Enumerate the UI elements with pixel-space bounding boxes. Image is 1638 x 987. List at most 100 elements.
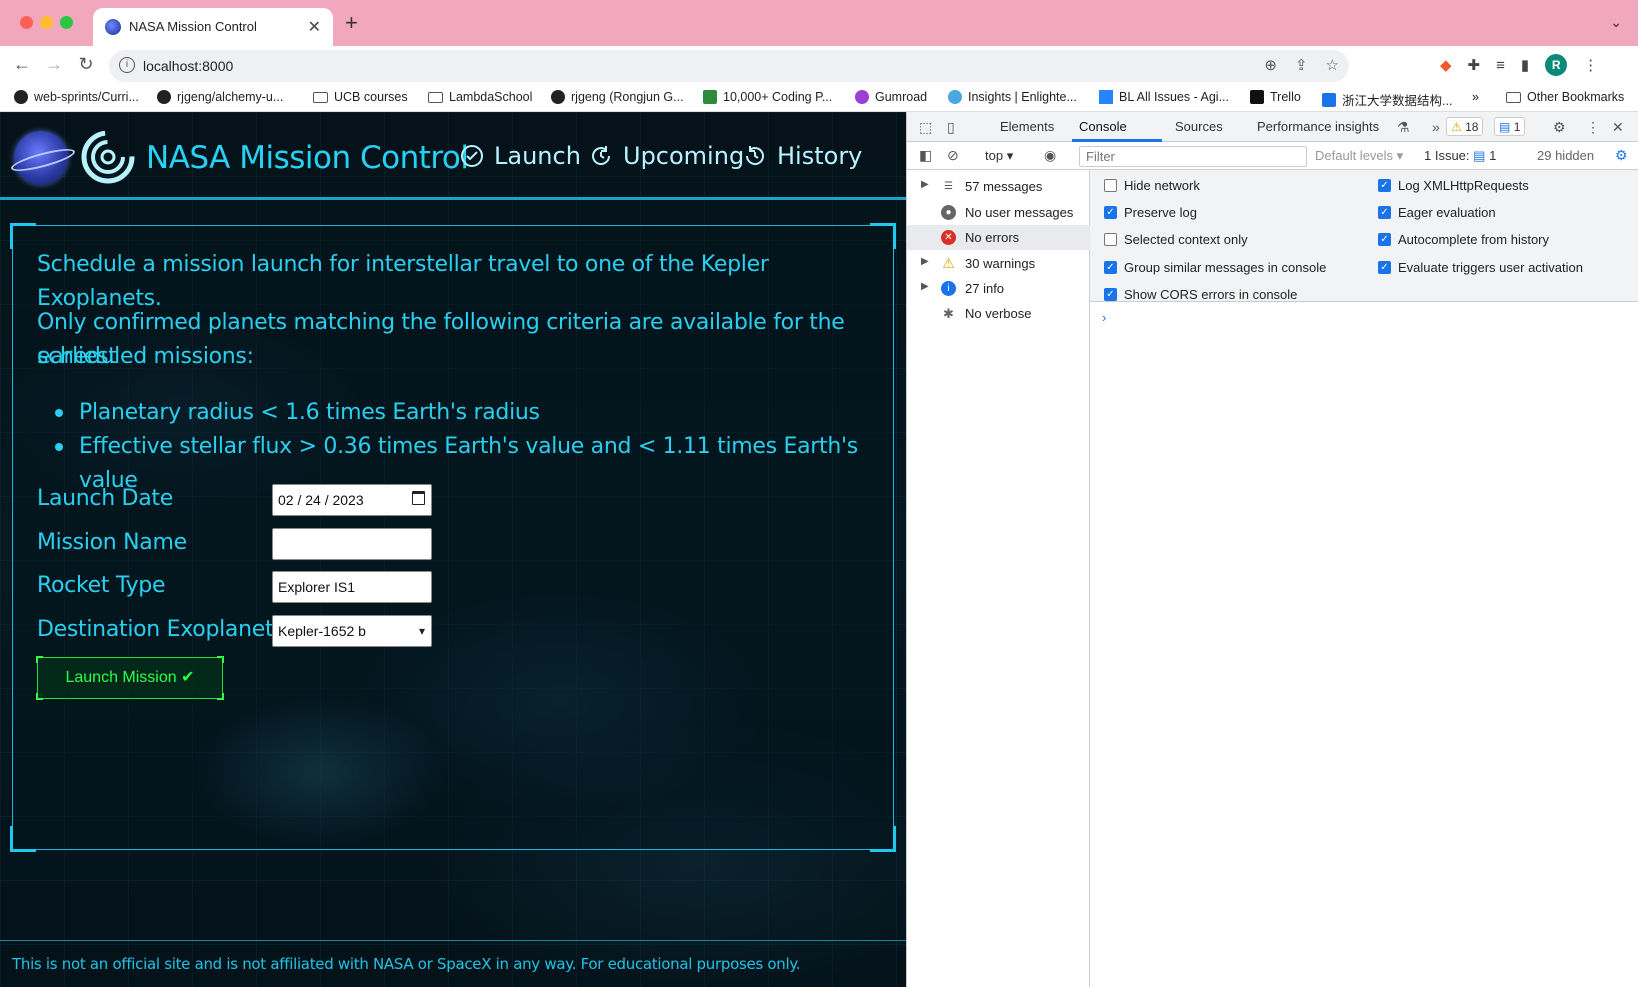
sidebar-item-info[interactable]: ▶ i 27 info xyxy=(907,276,1090,301)
live-expression-eye-icon[interactable]: ◉ xyxy=(1044,147,1056,164)
more-options-icon[interactable]: ⋮ xyxy=(1586,119,1600,136)
bookmark-item[interactable]: rjgeng/alchemy-u... xyxy=(157,90,283,104)
context-selector[interactable]: top ▾ xyxy=(985,148,1013,164)
reading-list-icon[interactable]: ≡ xyxy=(1496,57,1505,74)
sidebar-toggle-icon[interactable]: ◧ xyxy=(919,147,932,164)
nav-launch-label: Launch xyxy=(494,142,581,170)
checkbox[interactable] xyxy=(1104,179,1117,192)
messages-badge[interactable]: ▤ 1 xyxy=(1494,117,1526,136)
bookmark-folder[interactable]: UCB courses xyxy=(313,90,408,104)
close-tab-icon[interactable]: ✕ xyxy=(308,17,321,37)
bookmark-item[interactable]: Gumroad xyxy=(855,90,927,104)
console-settings-gear-icon[interactable]: ⚙ xyxy=(1615,147,1628,164)
history-icon xyxy=(745,146,764,165)
tab-search-chevron-icon[interactable]: ⌄ xyxy=(1610,14,1622,31)
browser-tab[interactable]: NASA Mission Control ✕ xyxy=(93,8,333,46)
console-filter-input[interactable]: Filter xyxy=(1079,146,1307,167)
option-hide-network[interactable]: Hide network xyxy=(1104,178,1200,193)
minimize-window-button[interactable] xyxy=(40,16,53,29)
tab-performance-insights[interactable]: Performance insights xyxy=(1257,119,1379,134)
profile-avatar[interactable]: R xyxy=(1545,54,1568,76)
bookmark-folder[interactable]: LambdaSchool xyxy=(428,90,532,104)
launch-date-input[interactable]: 02 / 24 / 2023 xyxy=(272,484,432,516)
option-evaluate-triggers[interactable]: ✓ Evaluate triggers user activation xyxy=(1378,260,1583,275)
calendar-icon[interactable] xyxy=(412,491,425,505)
url-text[interactable]: localhost:8000 xyxy=(143,58,233,74)
bookmark-item[interactable]: BL All Issues - Agi... xyxy=(1099,90,1229,104)
bookmark-item[interactable]: 10,000+ Coding P... xyxy=(703,90,832,104)
sidebar-item-messages[interactable]: ▶ ☰ 57 messages xyxy=(907,174,1090,199)
bookmark-item[interactable]: rjgeng (Rongjun G... xyxy=(551,90,684,104)
clear-console-icon[interactable]: ⊘ xyxy=(947,147,959,164)
expand-arrow-icon[interactable]: ▶ xyxy=(921,179,929,190)
maximize-window-button[interactable] xyxy=(60,16,73,29)
address-bar[interactable]: i localhost:8000 ⊕ ⇪ ☆ xyxy=(109,50,1349,82)
jira-icon xyxy=(1099,90,1113,104)
messages-count: 1 xyxy=(1513,120,1521,134)
zoom-icon[interactable]: ⊕ xyxy=(1264,56,1277,74)
more-tabs-chevron-icon[interactable]: » xyxy=(1432,119,1440,135)
close-window-button[interactable] xyxy=(20,16,33,29)
option-preserve-log[interactable]: ✓ Preserve log xyxy=(1104,205,1197,220)
expand-arrow-icon[interactable]: ▶ xyxy=(921,281,929,292)
reload-icon[interactable]: ↻ xyxy=(74,54,98,75)
device-toolbar-icon[interactable]: ▯ xyxy=(947,119,955,136)
option-label: Hide network xyxy=(1124,178,1200,193)
sidebar-item-warnings[interactable]: ▶ ⚠ 30 warnings xyxy=(907,251,1090,276)
bookmark-item[interactable]: web-sprints/Curri... xyxy=(14,90,139,104)
warnings-count: 18 xyxy=(1465,120,1479,134)
option-autocomplete-history[interactable]: ✓ Autocomplete from history xyxy=(1378,232,1549,247)
new-tab-button[interactable]: + xyxy=(345,12,358,34)
forward-arrow-icon[interactable]: → xyxy=(42,54,66,75)
bookmark-item[interactable]: 浙江大学数据结构... xyxy=(1322,90,1452,109)
site-info-icon[interactable]: i xyxy=(119,57,135,73)
checkbox[interactable] xyxy=(1104,233,1117,246)
checkbox[interactable]: ✓ xyxy=(1378,233,1391,246)
console-prompt-chevron-icon[interactable]: › xyxy=(1102,310,1106,325)
option-eager-evaluation[interactable]: ✓ Eager evaluation xyxy=(1378,205,1496,220)
checkbox[interactable]: ✓ xyxy=(1104,206,1117,219)
rocket-type-input[interactable]: Explorer IS1 xyxy=(272,571,432,603)
nav-launch[interactable]: Launch xyxy=(460,142,581,170)
message-icon: ▤ xyxy=(1499,120,1511,134)
nav-history[interactable]: History xyxy=(743,142,862,170)
bookmark-folder[interactable]: Other Bookmarks xyxy=(1506,90,1624,104)
sidebar-item-errors[interactable]: ✕ No errors xyxy=(907,225,1090,250)
settings-gear-icon[interactable]: ⚙ xyxy=(1553,119,1566,136)
nav-upcoming[interactable]: Upcoming xyxy=(589,142,744,170)
checkbox[interactable]: ✓ xyxy=(1378,206,1391,219)
sidebar-item-verbose[interactable]: ✱ No verbose xyxy=(907,301,1090,326)
launch-mission-button[interactable]: Launch Mission ✔ xyxy=(36,656,224,700)
option-label: Preserve log xyxy=(1124,205,1197,220)
extension-icon[interactable]: ◆ xyxy=(1440,56,1452,74)
checkbox[interactable]: ✓ xyxy=(1378,261,1391,274)
destination-select[interactable]: Kepler-1652 b ▾ xyxy=(272,615,432,647)
more-bookmarks-chevron-icon[interactable]: » xyxy=(1472,90,1479,104)
option-selected-context[interactable]: Selected context only xyxy=(1104,232,1248,247)
side-panel-icon[interactable]: ▮ xyxy=(1521,56,1529,74)
tab-elements[interactable]: Elements xyxy=(1000,119,1054,134)
option-group-similar[interactable]: ✓ Group similar messages in console xyxy=(1104,260,1326,275)
tab-console[interactable]: Console xyxy=(1079,119,1127,134)
close-devtools-icon[interactable]: ✕ xyxy=(1612,119,1624,136)
checkbox[interactable]: ✓ xyxy=(1378,179,1391,192)
back-arrow-icon[interactable]: ← xyxy=(10,54,34,75)
option-cors-errors[interactable]: ✓ Show CORS errors in console xyxy=(1104,287,1297,302)
expand-arrow-icon[interactable]: ▶ xyxy=(921,256,929,267)
option-log-xhr[interactable]: ✓ Log XMLHttpRequests xyxy=(1378,178,1529,193)
sidebar-item-user-messages[interactable]: ● No user messages xyxy=(907,200,1090,225)
bookmark-item[interactable]: Insights | Enlighte... xyxy=(948,90,1077,104)
inspect-element-icon[interactable]: ⬚ xyxy=(919,119,932,136)
bookmark-item[interactable]: Trello xyxy=(1250,90,1301,104)
puzzle-icon[interactable]: ✚ xyxy=(1468,56,1481,74)
tab-sources[interactable]: Sources xyxy=(1175,119,1223,134)
mission-name-input[interactable] xyxy=(272,528,432,560)
bookmark-star-icon[interactable]: ☆ xyxy=(1326,56,1339,74)
more-menu-icon[interactable]: ⋮ xyxy=(1583,56,1598,74)
checkbox[interactable]: ✓ xyxy=(1104,261,1117,274)
share-icon[interactable]: ⇪ xyxy=(1295,56,1308,74)
warnings-badge[interactable]: ⚠ 18 xyxy=(1446,117,1484,136)
issues-button[interactable]: 1 Issue: ▤ 1 xyxy=(1424,148,1496,164)
log-levels-dropdown[interactable]: Default levels ▾ xyxy=(1315,148,1403,164)
checkbox[interactable]: ✓ xyxy=(1104,288,1117,301)
